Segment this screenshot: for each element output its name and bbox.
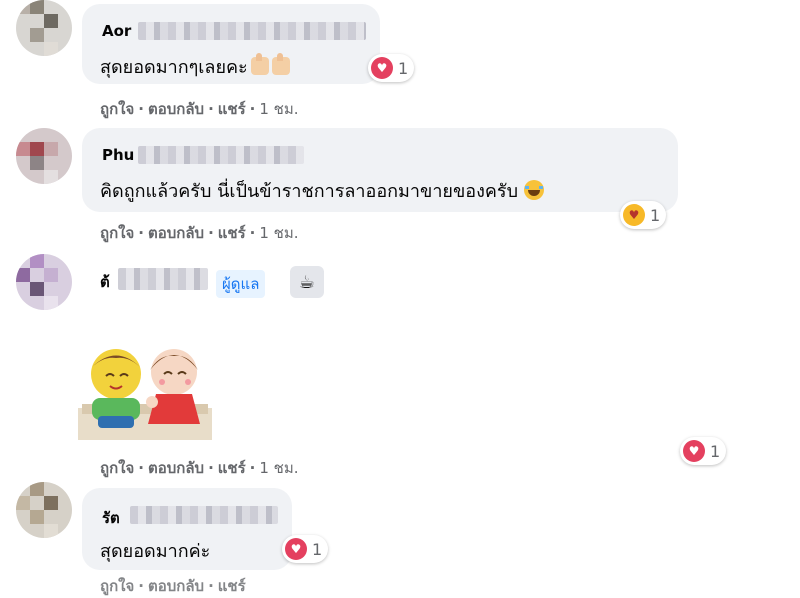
share-link[interactable]: แชร์ [218,577,246,595]
admin-badge: ผู้ดูแล [216,270,266,298]
avatar[interactable] [16,254,72,310]
comment-text: สุดยอดมากค่ะ [100,541,211,562]
heart-icon: ♥ [683,440,705,462]
heart-icon: ♥ [371,57,393,79]
heart-icon: ♥ [285,538,307,560]
reaction-summary[interactable]: ♥ 1 [620,201,667,229]
timestamp[interactable]: 1 ชม. [259,459,298,477]
thumbs-up-emoji-icon [271,53,290,75]
comment-author[interactable]: รัต [102,506,120,530]
comment-text: สุดยอดมากๆเลยคะ [100,52,290,81]
share-link[interactable]: แชร์ [218,100,246,118]
share-link[interactable]: แชร์ [218,224,246,242]
two-kids-sticker[interactable] [78,342,212,442]
comment-author[interactable]: Phu [102,146,134,164]
comment-actions: ถูกใจ · ตอบกลับ · แชร์ · 1 ชม. [100,224,299,242]
comment-text: คิดถูกแล้วครับ นี่เป็นข้าราชการลาออกมาขา… [100,176,545,205]
reply-link[interactable]: ตอบกลับ [148,100,204,118]
comment-bubble: Phu คิดถูกแล้วครับ นี่เป็นข้าราชการลาออก… [82,128,678,212]
care-icon: ♥ [623,204,645,226]
like-link[interactable]: ถูกใจ [100,100,134,118]
avatar[interactable] [16,0,72,56]
timestamp[interactable]: 1 ชม. [259,224,298,242]
reply-link[interactable]: ตอบกลับ [148,224,204,242]
timestamp[interactable]: 1 ชม. [259,100,298,118]
comment-bubble: รัต สุดยอดมากค่ะ [82,488,292,570]
reaction-summary[interactable]: ♥ 1 [368,54,415,82]
like-link[interactable]: ถูกใจ [100,459,134,477]
redacted-name [118,268,208,290]
thumbs-up-emoji-icon [250,53,269,75]
comment-author[interactable]: ต้ [100,270,110,294]
avatar[interactable] [16,482,72,538]
avatar[interactable] [16,128,72,184]
like-link[interactable]: ถูกใจ [100,224,134,242]
share-link[interactable]: แชร์ [218,459,246,477]
like-link[interactable]: ถูกใจ [100,577,134,595]
redacted-name [130,506,278,524]
reaction-summary[interactable]: ♥ 1 [282,535,329,563]
reaction-summary[interactable]: ♥ 1 [680,437,727,465]
comment-actions: ถูกใจ · ตอบกลับ · แชร์ · 1 ชม. [100,100,299,118]
reply-link[interactable]: ตอบกลับ [148,577,204,595]
tears-of-joy-emoji-icon [524,180,545,200]
comment-author[interactable]: Aor [102,22,131,40]
comment-actions: ถูกใจ · ตอบกลับ · แชร์ · 1 ชม. [100,459,299,477]
redacted-name [138,146,304,164]
comment-bubble: Aor สุดยอดมากๆเลยคะ [82,4,380,84]
coffee-cup-icon: ☕ [290,266,324,298]
reply-link[interactable]: ตอบกลับ [148,459,204,477]
redacted-name [138,22,366,40]
comment-actions-partial: ถูกใจ · ตอบกลับ · แชร์ [100,577,246,595]
